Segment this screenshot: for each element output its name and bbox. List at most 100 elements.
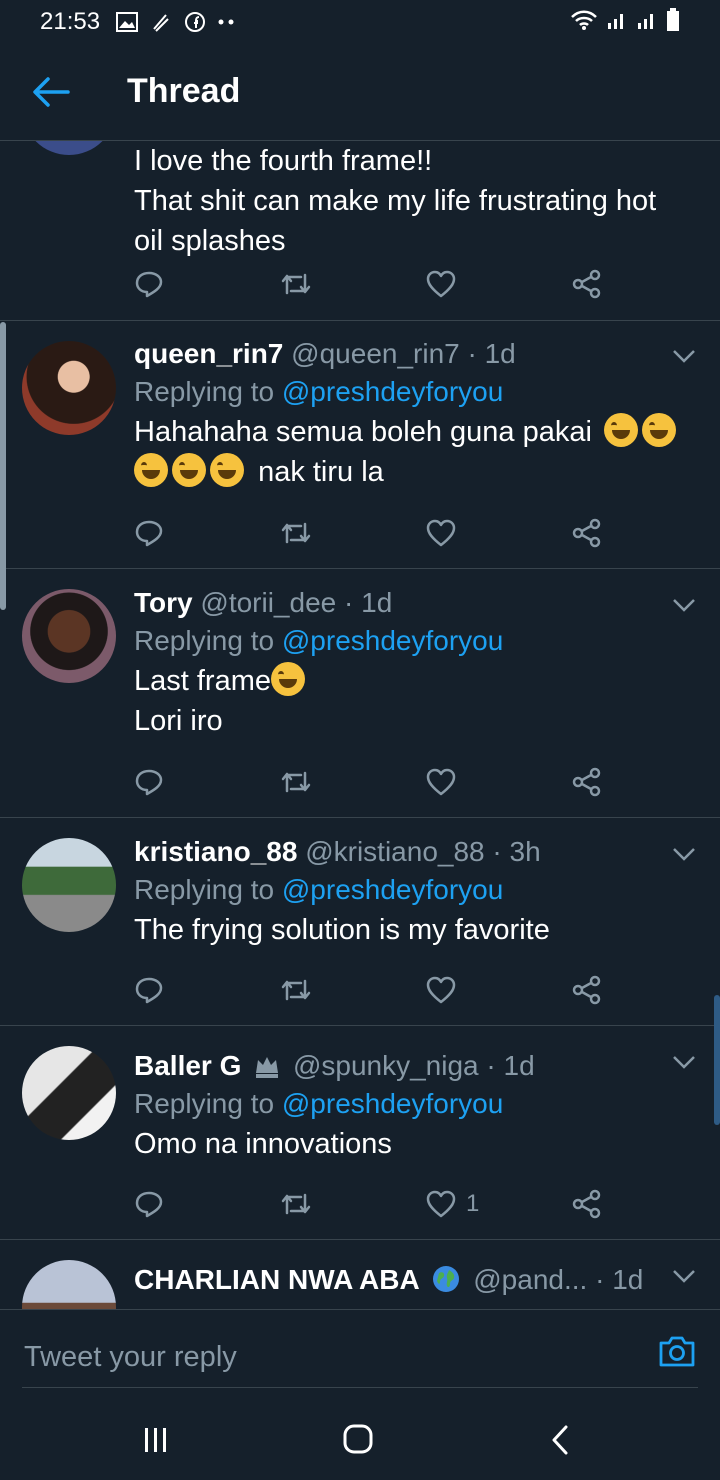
display-name[interactable]: Tory <box>134 587 193 618</box>
display-name[interactable]: Baller G <box>134 1050 241 1081</box>
back-icon[interactable] <box>540 1423 580 1457</box>
reply-icon <box>135 271 163 298</box>
like-button[interactable] <box>426 513 456 553</box>
retweet-button[interactable] <box>279 1184 313 1224</box>
crown-icon <box>256 1057 279 1078</box>
reply-button[interactable] <box>134 264 164 304</box>
retweet-button[interactable] <box>279 513 313 553</box>
system-nav-bar <box>0 1399 720 1480</box>
chevron-down-icon[interactable] <box>672 348 696 364</box>
tweet-line: The frying solution is my favorite <box>134 914 550 946</box>
notification-icons <box>116 11 236 33</box>
mention-link[interactable]: @preshdeyforyou <box>282 874 503 905</box>
chevron-down-icon[interactable] <box>672 597 696 613</box>
mention-link[interactable]: @preshdeyforyou <box>282 1088 503 1119</box>
share-button[interactable] <box>572 513 602 553</box>
like-count: 1 <box>466 1190 480 1217</box>
tweet[interactable]: CHARLIAN NWA ABA @pand... · 1d <box>0 1240 720 1309</box>
separator: · <box>344 587 354 618</box>
user-handle[interactable]: @pand... <box>473 1264 587 1295</box>
home-icon[interactable] <box>338 1423 378 1457</box>
avatar[interactable] <box>22 838 116 932</box>
status-right <box>570 8 680 32</box>
mention-link[interactable]: @preshdeyforyou <box>282 376 503 407</box>
tweet-content: queen_rin7 @queen_rin7 · 1d Replying to … <box>134 336 680 492</box>
reply-button[interactable] <box>134 762 164 802</box>
tweet-content: Baller G @spunky_niga · 1d Replying to @… <box>134 1048 680 1164</box>
tweet-line: That shit can make my life frustrating h… <box>134 185 657 217</box>
like-button[interactable] <box>426 264 456 304</box>
tweet[interactable]: queen_rin7 @queen_rin7 · 1d Replying to … <box>0 320 720 569</box>
display-name[interactable]: queen_rin7 <box>134 338 283 369</box>
tweet-text: Hahahaha semua boleh guna pakai nak tiru… <box>134 412 680 492</box>
like-button[interactable] <box>426 762 456 802</box>
input-underline <box>22 1387 698 1388</box>
retweet-button[interactable] <box>279 970 313 1010</box>
reply-composer <box>0 1309 720 1400</box>
thread-feed[interactable]: I love the fourth frame!! That shit can … <box>0 141 720 1309</box>
avatar[interactable] <box>22 141 116 155</box>
share-button[interactable] <box>572 970 602 1010</box>
tweet[interactable]: kristiano_88 @kristiano_88 · 3h Replying… <box>0 818 720 1026</box>
avatar[interactable] <box>22 341 116 435</box>
status-bar: 21:53 <box>0 0 720 44</box>
tweet-time: 1d <box>484 338 516 369</box>
separator: · <box>492 836 502 867</box>
back-arrow-icon[interactable] <box>30 74 70 110</box>
retweet-button[interactable] <box>279 264 313 304</box>
replying-label: Replying to <box>134 376 275 407</box>
retweet-button[interactable] <box>279 762 313 802</box>
replying-to: Replying to @preshdeyforyou <box>134 1084 680 1124</box>
tweet-line: Omo na innovations <box>134 1128 392 1160</box>
tears-of-joy-emoji-icon <box>210 453 244 487</box>
avatar[interactable] <box>22 1260 116 1309</box>
avatar[interactable] <box>22 1046 116 1140</box>
display-name[interactable]: kristiano_88 <box>134 836 297 867</box>
chevron-down-icon[interactable] <box>672 1268 696 1284</box>
replying-label: Replying to <box>134 874 275 905</box>
like-button[interactable] <box>426 970 456 1010</box>
reply-button[interactable] <box>134 1184 164 1224</box>
left-edge-scroll-indicator <box>0 322 6 610</box>
tweet[interactable]: Baller G @spunky_niga · 1d Replying to @… <box>0 1026 720 1240</box>
separator: · <box>595 1264 605 1295</box>
share-button[interactable] <box>572 762 602 802</box>
tweet-header: queen_rin7 @queen_rin7 · 1d <box>134 336 680 372</box>
wifi-icon <box>571 10 597 30</box>
reply-button[interactable] <box>134 970 164 1010</box>
tweet[interactable]: Tory @torii_dee · 1d Replying to @preshd… <box>0 569 720 818</box>
gallery-icon <box>116 12 139 32</box>
reply-input[interactable] <box>22 1334 626 1380</box>
user-handle[interactable]: @spunky_niga <box>293 1050 479 1081</box>
chevron-down-icon[interactable] <box>672 1054 696 1070</box>
tweet[interactable]: I love the fourth frame!! That shit can … <box>0 141 720 321</box>
share-button[interactable] <box>572 1184 602 1224</box>
tweet-text: Last frame Lori iro <box>134 661 680 741</box>
scrollbar[interactable] <box>714 995 720 1125</box>
tears-of-joy-emoji-icon <box>641 413 676 447</box>
heart-icon <box>426 519 456 547</box>
mention-link[interactable]: @preshdeyforyou <box>282 625 503 656</box>
tears-of-joy-emoji-icon <box>603 413 638 447</box>
user-handle[interactable]: @kristiano_88 <box>305 836 484 867</box>
avatar[interactable] <box>22 589 116 683</box>
retweet-icon <box>281 1193 311 1215</box>
retweet-icon <box>281 522 311 544</box>
camera-icon[interactable] <box>658 1332 696 1370</box>
replying-label: Replying to <box>134 1088 275 1119</box>
user-handle[interactable]: @queen_rin7 <box>291 338 460 369</box>
chevron-down-icon[interactable] <box>672 846 696 862</box>
tears-of-joy-emoji-icon <box>172 453 206 487</box>
share-button[interactable] <box>572 264 602 304</box>
user-handle[interactable]: @torii_dee <box>200 587 336 618</box>
retweet-icon <box>281 771 311 793</box>
tweet-time: 1d <box>361 587 393 618</box>
recent-apps-icon[interactable] <box>136 1423 176 1457</box>
tweet-time: 1d <box>503 1050 535 1081</box>
heart-icon <box>426 976 456 1004</box>
tweet-content: kristiano_88 @kristiano_88 · 3h Replying… <box>134 834 680 950</box>
tweet-time: 1d <box>612 1264 644 1295</box>
reply-button[interactable] <box>134 513 164 553</box>
like-button[interactable]: 1 <box>426 1184 479 1224</box>
display-name[interactable]: CHARLIAN NWA ABA <box>134 1264 420 1295</box>
